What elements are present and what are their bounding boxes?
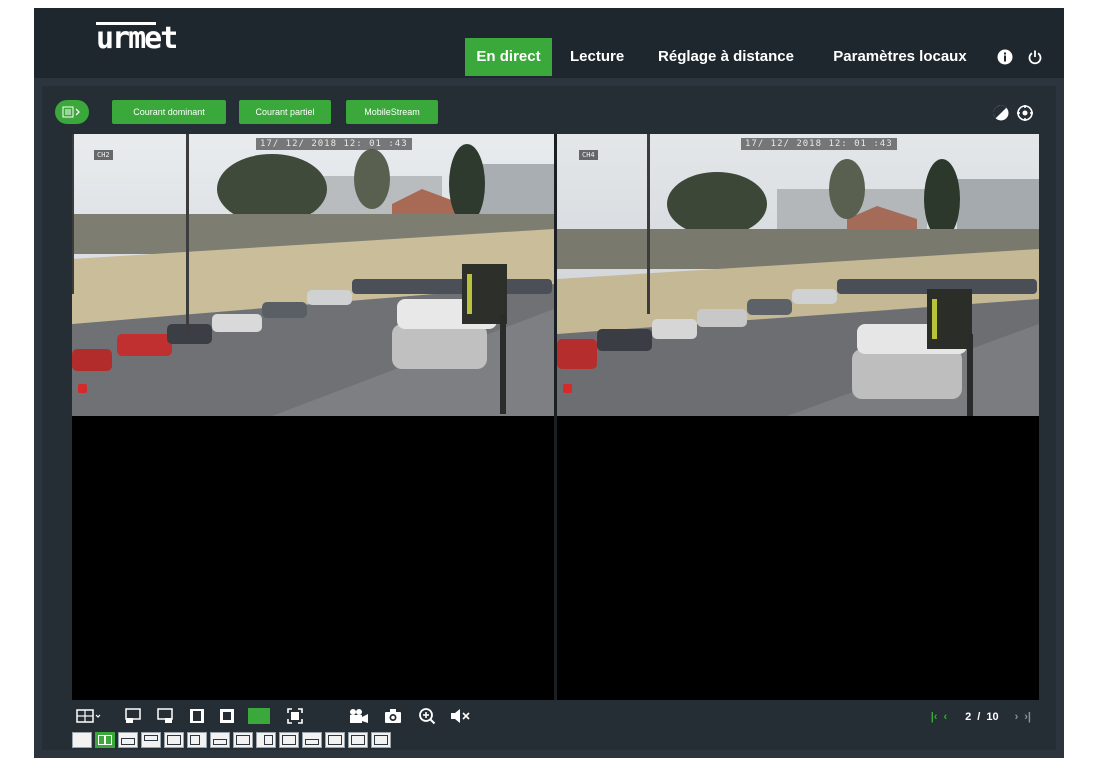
image-adjust-icon[interactable] bbox=[992, 104, 1010, 122]
previous-screen-icon[interactable] bbox=[124, 707, 142, 725]
channel-list-toggle-button[interactable] bbox=[55, 100, 89, 124]
layout-20-icon[interactable] bbox=[256, 732, 276, 748]
power-icon[interactable] bbox=[1024, 46, 1046, 68]
video-grid: CH2 17/ 12/ 2018 12: 01 :43 CH4 17/ 12/ … bbox=[72, 134, 1039, 700]
channel-label: CH4 bbox=[579, 150, 598, 160]
video-cell-3[interactable] bbox=[72, 418, 554, 700]
layout-16-icon[interactable] bbox=[233, 732, 253, 748]
layout-10-icon[interactable] bbox=[187, 732, 207, 748]
grid-divider bbox=[554, 134, 557, 700]
live-view-toolbar: |‹ ‹ 2 / 10 › ›| bbox=[72, 702, 1039, 730]
next-screen-icon[interactable] bbox=[156, 707, 174, 725]
app-window: urmet En direct Lecture Réglage à distan… bbox=[34, 8, 1064, 758]
live-view-panel: Courant dominant Courant partiel MobileS… bbox=[42, 86, 1056, 750]
settings-icon[interactable] bbox=[1016, 104, 1034, 122]
total-pages-number: 10 bbox=[986, 711, 999, 723]
layout-25-icon[interactable] bbox=[279, 732, 299, 748]
tab-playback[interactable]: Lecture bbox=[562, 38, 632, 76]
first-page-icon[interactable]: |‹ bbox=[931, 711, 938, 723]
main-stream-button[interactable]: Courant dominant bbox=[112, 100, 226, 124]
video-cell-1[interactable]: CH2 17/ 12/ 2018 12: 01 :43 bbox=[72, 134, 554, 416]
tab-local-parameters[interactable]: Paramètres locaux bbox=[820, 38, 980, 76]
snapshot-camera-icon[interactable] bbox=[384, 707, 402, 725]
layout-8-icon[interactable] bbox=[141, 732, 161, 748]
osd-timestamp: 17/ 12/ 2018 12: 01 :43 bbox=[741, 138, 897, 150]
channel-label: CH2 bbox=[94, 150, 113, 160]
split-screen-dropdown-icon[interactable] bbox=[76, 707, 102, 725]
video-cell-4[interactable] bbox=[557, 418, 1039, 700]
previous-page-icon[interactable]: ‹ bbox=[943, 711, 947, 723]
list-menu-icon bbox=[62, 106, 80, 118]
next-page-icon[interactable]: › bbox=[1015, 711, 1019, 723]
audio-mute-icon[interactable] bbox=[450, 707, 472, 725]
split-layout-selector bbox=[72, 732, 391, 750]
info-icon[interactable] bbox=[994, 46, 1016, 68]
tab-remote-settings[interactable]: Réglage à distance bbox=[646, 38, 806, 76]
last-page-icon[interactable]: ›| bbox=[1024, 711, 1031, 723]
layout-6-icon[interactable] bbox=[118, 732, 138, 748]
current-page-number: 2 bbox=[965, 711, 972, 723]
layout-64-icon[interactable] bbox=[371, 732, 391, 748]
start-all-icon[interactable] bbox=[248, 707, 270, 725]
aspect-ratio-icon[interactable] bbox=[188, 707, 206, 725]
page-separator: / bbox=[977, 711, 981, 723]
camera-feed-image bbox=[72, 134, 554, 416]
urmet-logo: urmet bbox=[96, 21, 178, 56]
sub-stream-button[interactable]: Courant partiel bbox=[239, 100, 331, 124]
recording-indicator-icon bbox=[78, 384, 87, 393]
layout-1-icon[interactable] bbox=[72, 732, 92, 748]
camera-feed-image bbox=[557, 134, 1039, 416]
mobile-stream-button[interactable]: MobileStream bbox=[346, 100, 438, 124]
record-video-icon[interactable] bbox=[348, 707, 370, 725]
layout-32-icon[interactable] bbox=[302, 732, 322, 748]
top-nav-bar: urmet En direct Lecture Réglage à distan… bbox=[34, 8, 1064, 78]
recording-indicator-icon bbox=[563, 384, 572, 393]
layout-9-icon[interactable] bbox=[164, 732, 184, 748]
layout-36-icon[interactable] bbox=[325, 732, 345, 748]
osd-timestamp: 17/ 12/ 2018 12: 01 :43 bbox=[256, 138, 412, 150]
fullscreen-icon[interactable] bbox=[286, 707, 304, 725]
video-cell-2[interactable]: CH4 17/ 12/ 2018 12: 01 :43 bbox=[557, 134, 1039, 416]
stop-all-icon[interactable] bbox=[218, 707, 236, 725]
layout-4-icon[interactable] bbox=[95, 732, 115, 748]
zoom-in-icon[interactable] bbox=[418, 707, 436, 725]
page-navigator: |‹ ‹ 2 / 10 › ›| bbox=[931, 709, 1031, 725]
layout-49-icon[interactable] bbox=[348, 732, 368, 748]
layout-13-icon[interactable] bbox=[210, 732, 230, 748]
live-view-area: Courant dominant Courant partiel MobileS… bbox=[34, 78, 1064, 758]
tab-live[interactable]: En direct bbox=[465, 38, 552, 76]
